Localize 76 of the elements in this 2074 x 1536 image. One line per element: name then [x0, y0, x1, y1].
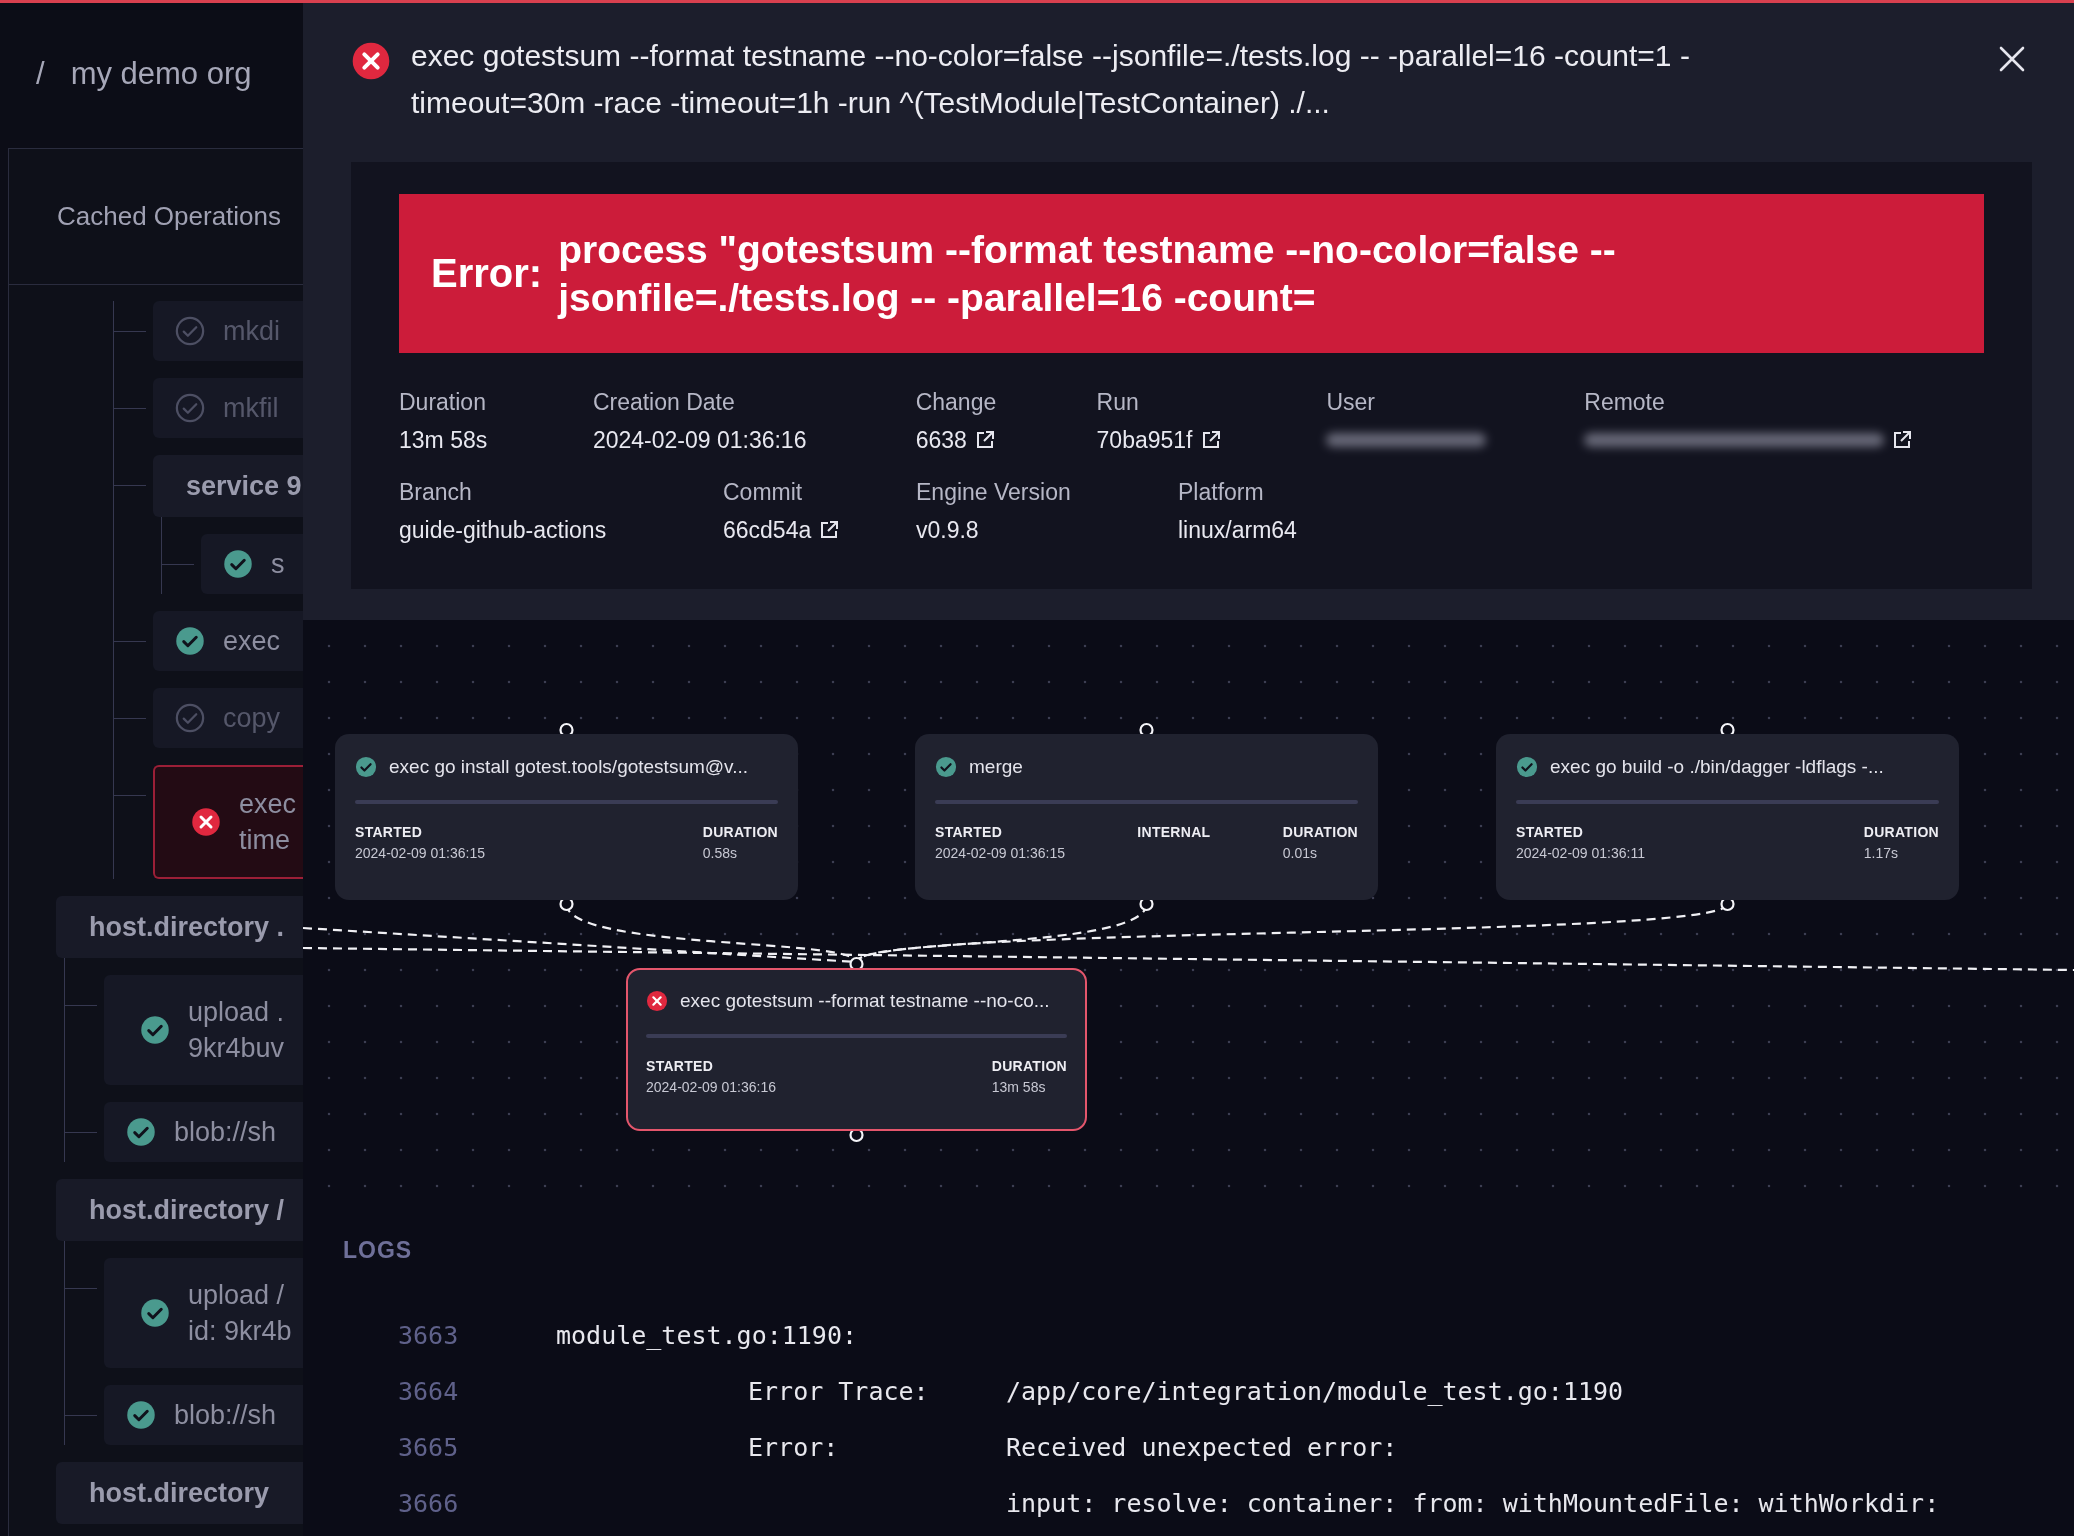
log-text: Received unexpected error: [1006, 1432, 1398, 1462]
breadcrumb-separator: / [36, 56, 45, 92]
operation-node[interactable]: exec go install gotest.tools/gotestsum@v... STARTED 2024-02-09 01:36:15 DURATION 0.58s [335, 734, 798, 900]
detail-label: Change [915, 389, 998, 416]
external-link-icon[interactable] [1892, 430, 1913, 450]
detail-label: Commit [723, 479, 804, 506]
detail-value: 13m 58s [399, 426, 488, 454]
error-message: process "gotestsum --format testname --no-color=false --jsonfile=./tests.log -- -parallel=16 -count= [558, 226, 1617, 321]
tree-step-item[interactable]: blob://sh [104, 1102, 303, 1162]
field-label: STARTED [646, 1058, 715, 1074]
field-value: 13m 58s [991, 1079, 1047, 1095]
node-title: merge [969, 756, 1023, 778]
line-number: 3666 [397, 1488, 460, 1518]
detail-value: linux/arm64 [1178, 516, 1297, 544]
log-text: Error Trace: [748, 1376, 930, 1406]
detail-label: Creation Date [592, 389, 736, 416]
field-value: 2024-02-09 01:36:15 [935, 845, 1065, 861]
detail-label: Run [1096, 389, 1140, 416]
field-label: DURATION [1282, 824, 1358, 840]
field-label: DURATION [991, 1058, 1067, 1074]
external-link-icon[interactable] [819, 520, 840, 540]
field-value: 2024-02-09 01:36:15 [355, 845, 485, 861]
tree-step-item[interactable]: upload . 9kr4buv [104, 975, 303, 1085]
tree-step-item[interactable]: blob://sh [104, 1385, 303, 1445]
detail-label: Platform [1178, 479, 1265, 506]
tree-group-header[interactable]: host.directory / [56, 1179, 303, 1241]
field-value: 1.17s [1863, 845, 1899, 861]
operation-node[interactable]: exec go build -o ./bin/dagger -ldflags -... STARTED 2024-02-09 01:36:11 DURATION 1.17s [1496, 734, 1959, 900]
external-link-icon[interactable] [1200, 430, 1221, 450]
org-name[interactable]: my demo org [70, 56, 252, 92]
line-number: 3665 [397, 1432, 460, 1462]
detail-label: Engine Version [916, 479, 1072, 506]
tree-step-item[interactable]: exec [153, 611, 303, 671]
detail-value[interactable]: 6638 [915, 426, 967, 454]
external-link-icon[interactable] [974, 430, 995, 450]
field-label: STARTED [355, 824, 424, 840]
field-value: 0.01s [1282, 845, 1318, 861]
detail-label: User [1326, 389, 1376, 416]
node-title: exec go build -o ./bin/dagger -ldflags -... [1550, 756, 1884, 778]
log-text: Error: [748, 1432, 840, 1462]
field-label: STARTED [935, 824, 1004, 840]
operation-node[interactable]: exec gotestsum --format testname --no-co... STARTED 2024-02-09 01:36:16 DURATION 13m 58s [626, 968, 1087, 1131]
tree-group-header[interactable]: service 9 [153, 455, 303, 517]
log-text: input: resolve: container: from: withMountedFile: withWorkdir: [1006, 1488, 1940, 1518]
detail-value: v0.9.8 [916, 516, 979, 544]
line-number: 3664 [397, 1376, 460, 1406]
tree-group-header[interactable]: host.directory . [56, 896, 303, 958]
detail-label: Duration [399, 389, 487, 416]
close-icon [1998, 45, 2026, 73]
logs-heading: LOGS [343, 1237, 414, 1264]
field-value: 2024-02-09 01:36:16 [646, 1079, 776, 1095]
operation-node[interactable]: merge STARTED 2024-02-09 01:36:15 INTERNAL DURATION 0.01s [915, 734, 1378, 900]
field-value: 2024-02-09 01:36:11 [1516, 845, 1645, 861]
detail-value: 2024-02-09 01:36:16 [592, 426, 807, 454]
field-label: DURATION [1863, 824, 1939, 840]
node-title: exec go install gotest.tools/gotestsum@v... [389, 756, 748, 778]
tree-step-item[interactable]: upload / id: 9kr4b [104, 1258, 303, 1368]
panel-title: Cached Operations [57, 201, 282, 232]
field-label: DURATION [702, 824, 778, 840]
tree-group-header[interactable]: host.directory [56, 1462, 303, 1524]
field-label: STARTED [1516, 824, 1585, 840]
detail-value: guide-github-actions [399, 516, 607, 544]
tree-step-item[interactable]: exec time [153, 765, 303, 879]
detail-value[interactable]: 70ba951f [1096, 426, 1193, 454]
operation-title: exec gotestsum --format testname --no-color=false --jsonfile=./tests.log -- -parallel=16 -count=1 -timeout=30m -race -timeout=1h -run ^(TestModule|TestContainer) ./... [411, 38, 1691, 121]
error-label: Error: [431, 251, 543, 296]
log-text: /app/core/integration/module_test.go:1190 [1006, 1376, 1624, 1406]
tree-step-item[interactable]: s [201, 534, 303, 594]
log-text: module_test.go:1190: [556, 1320, 858, 1350]
line-number: 3663 [397, 1320, 460, 1350]
detail-value[interactable]: 66cd54a [723, 516, 812, 544]
node-title: exec gotestsum --format testname --no-co... [680, 990, 1050, 1012]
field-label: INTERNAL [1137, 824, 1211, 840]
detail-label: Branch [399, 479, 473, 506]
detail-label: Remote [1584, 389, 1666, 416]
field-value: 0.58s [702, 845, 738, 861]
